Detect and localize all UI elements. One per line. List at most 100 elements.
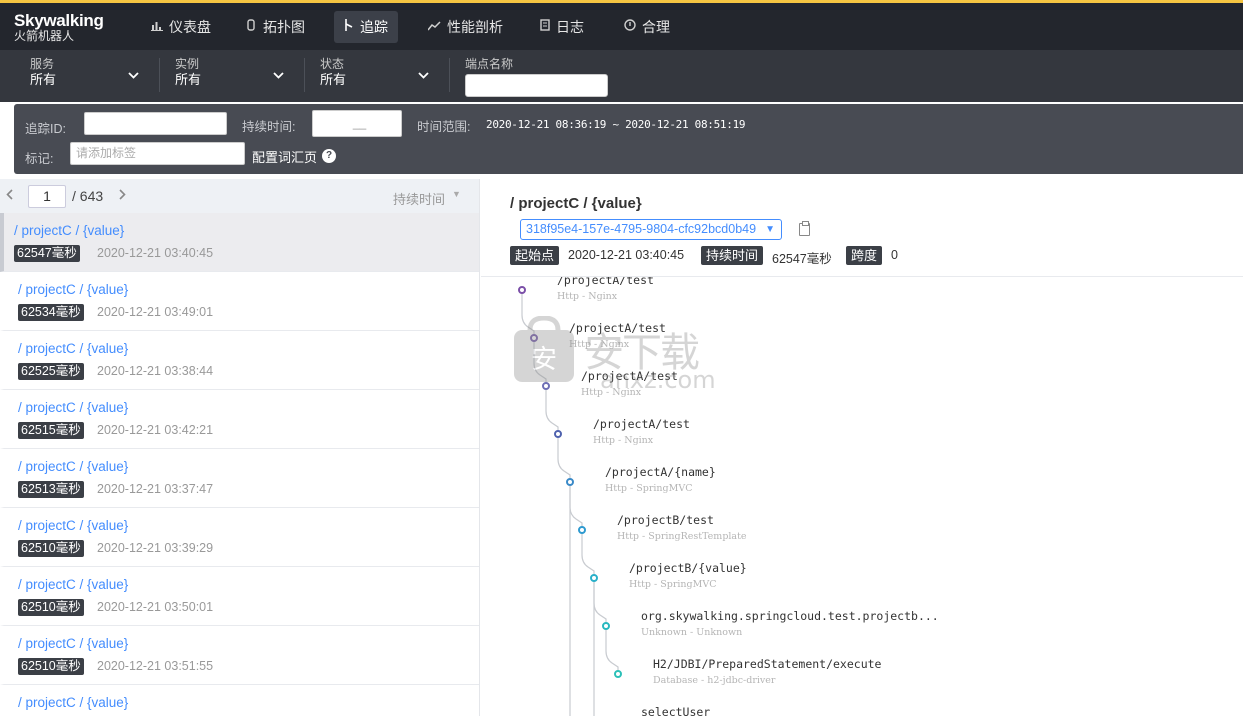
trace-date: 2020-12-21 03:51:55 [97, 659, 214, 673]
chevron-down-icon[interactable] [273, 68, 284, 82]
span-name[interactable]: /projectB/test [617, 513, 714, 527]
span-node[interactable] [614, 670, 622, 678]
span-component: Http - SpringRestTemplate [617, 531, 747, 542]
span-name[interactable]: selectUser [641, 705, 710, 716]
profile-icon [427, 11, 441, 43]
span-node[interactable] [566, 478, 574, 486]
trace-date: 2020-12-21 03:49:01 [97, 305, 214, 319]
trace-name[interactable]: / projectC / {value} [18, 695, 128, 710]
trace-duration-badge: 62510毫秒 [18, 599, 84, 616]
caret-down-icon[interactable]: ▼ [452, 189, 461, 199]
nav-item-log[interactable]: 日志 [530, 11, 594, 43]
trace-list-item[interactable]: / projectC / {value} 62513毫秒 2020-12-21 … [0, 449, 479, 508]
endpoint-filter: 端点名称 [465, 57, 513, 71]
copy-icon[interactable] [799, 221, 810, 236]
trace-list-item[interactable]: / projectC / {value} 62515毫秒 2020-12-21 … [0, 390, 479, 449]
span-node[interactable] [590, 574, 598, 582]
span-component: Http - Nginx [557, 291, 618, 302]
span-node[interactable] [602, 622, 610, 630]
page-number-input[interactable]: 1 [28, 185, 66, 208]
trace-list-item[interactable]: / projectC / {value} 62547毫秒 2020-12-21 … [0, 213, 479, 272]
trace-name[interactable]: / projectC / {value} [18, 459, 128, 474]
watermark-logo: 安 安下载 anxz.com [512, 315, 732, 396]
duration-value: 62547毫秒 [772, 252, 832, 266]
trace-name[interactable]: / projectC / {value} [18, 341, 128, 356]
span-node[interactable] [578, 526, 586, 534]
trace-name[interactable]: / projectC / {value} [18, 577, 128, 592]
span-name[interactable]: org.skywalking.springcloud.test.projectb… [641, 609, 939, 623]
span-count-tag: 跨度 [846, 246, 883, 265]
nav-item-dashboard[interactable]: 仪表盘 [141, 11, 221, 43]
start-time-value: 2020-12-21 03:40:45 [568, 248, 685, 262]
nav-label-trace: 追踪 [360, 19, 388, 35]
span-name[interactable]: /projectA/test [593, 417, 690, 431]
trace-detail-pane: / projectC / {value} 318f95e4-157e-4795-… [481, 179, 1243, 716]
trace-duration-badge: 62534毫秒 [18, 304, 84, 321]
trace-list-item[interactable]: / projectC / {value} [0, 685, 479, 716]
span-name[interactable]: /projectA/{name} [605, 465, 716, 479]
status-select[interactable]: 状态 所有 [320, 57, 346, 89]
instance-value: 所有 [175, 72, 202, 87]
trace-name[interactable]: / projectC / {value} [18, 518, 128, 533]
span-name[interactable]: H2/JDBI/PreparedStatement/execute [653, 657, 881, 671]
nav-item-alarm[interactable]: 合理 [614, 11, 680, 43]
tags-label: 标记: [25, 152, 54, 166]
trace-name[interactable]: / projectC / {value} [18, 282, 128, 297]
trace-duration-badge: 62510毫秒 [18, 658, 84, 675]
sort-select[interactable]: 持续时间 [393, 189, 445, 208]
trace-name[interactable]: / projectC / {value} [18, 400, 128, 415]
filter-bar: 服务 所有 实例 所有 状态 所有 端点名称 [0, 50, 1243, 102]
trace-list-pane: 1 / 643 持续时间 ▼ / projectC / {value} 6254… [0, 179, 480, 716]
trace-name[interactable]: / projectC / {value} [18, 636, 128, 651]
trace-detail-title: / projectC / {value} [510, 195, 642, 212]
trace-id-select[interactable]: 318f95e4-157e-4795-9804-cfc92bcd0b49 ▼ [520, 219, 782, 240]
trace-list-item[interactable]: / projectC / {value} 62534毫秒 2020-12-21 … [0, 272, 479, 331]
app-logo[interactable]: Skywalking 火箭机器人 [14, 12, 104, 43]
trace-name[interactable]: / projectC / {value} [14, 223, 124, 238]
nav-item-topology[interactable]: 拓扑图 [237, 11, 315, 43]
watermark-subtext: anxz.com [600, 366, 716, 394]
span-name[interactable]: /projectB/{value} [629, 561, 747, 575]
endpoint-label: 端点名称 [465, 57, 514, 71]
nav-item-profile[interactable]: 性能剖析 [418, 11, 513, 43]
span-name[interactable]: /projectA/test [557, 277, 654, 287]
duration-input[interactable]: __ [312, 110, 402, 137]
instance-select[interactable]: 实例 所有 [175, 57, 201, 89]
time-range-value[interactable]: 2020-12-21 08:36:19 ~ 2020-12-21 08:51:1… [486, 118, 746, 131]
logo-sub-text: 火箭机器人 [14, 29, 75, 43]
trace-date: 2020-12-21 03:50:01 [97, 600, 214, 614]
pagination-bar: 1 / 643 持续时间 ▼ [0, 179, 479, 213]
chevron-right-icon[interactable] [119, 188, 126, 203]
status-value: 所有 [320, 72, 347, 87]
chevron-down-icon[interactable] [128, 68, 139, 82]
help-icon[interactable]: ? [322, 149, 336, 163]
service-select[interactable]: 服务 所有 [30, 57, 56, 89]
config-vocabulary-link[interactable]: 配置词汇页 [252, 147, 317, 166]
trace-list-item[interactable]: / projectC / {value} 62510毫秒 2020-12-21 … [0, 508, 479, 567]
trace-duration-badge: 62510毫秒 [18, 540, 84, 557]
trace-id-label: 追踪ID: [25, 122, 66, 136]
page-total: / 643 [72, 188, 104, 204]
trace-date: 2020-12-21 03:39:29 [97, 541, 214, 555]
trace-id-value: 318f95e4-157e-4795-9804-cfc92bcd0b49 [526, 222, 757, 236]
filter-divider [159, 58, 160, 92]
trace-list: / projectC / {value} 62547毫秒 2020-12-21 … [0, 213, 479, 716]
service-label: 服务 [30, 57, 55, 71]
tags-input[interactable]: 请添加标签 [70, 142, 245, 165]
chevron-left-icon[interactable] [6, 188, 13, 203]
nav-label-dashboard: 仪表盘 [169, 19, 211, 35]
span-component: Http - Nginx [593, 435, 654, 446]
trace-list-item[interactable]: / projectC / {value} 62510毫秒 2020-12-21 … [0, 626, 479, 685]
log-icon [540, 11, 550, 43]
nav-item-trace[interactable]: 追踪 [334, 11, 398, 43]
trace-list-item[interactable]: / projectC / {value} 62525毫秒 2020-12-21 … [0, 331, 479, 390]
chevron-down-icon[interactable] [418, 68, 429, 82]
trace-id-input[interactable] [84, 112, 227, 135]
trace-icon [344, 11, 354, 43]
span-node[interactable] [554, 430, 562, 438]
span-node[interactable] [518, 286, 526, 294]
trace-date: 2020-12-21 03:38:44 [97, 364, 214, 378]
trace-list-item[interactable]: / projectC / {value} 62510毫秒 2020-12-21 … [0, 567, 479, 626]
endpoint-input[interactable] [465, 74, 608, 97]
nav-label-alarm: 合理 [642, 19, 670, 35]
